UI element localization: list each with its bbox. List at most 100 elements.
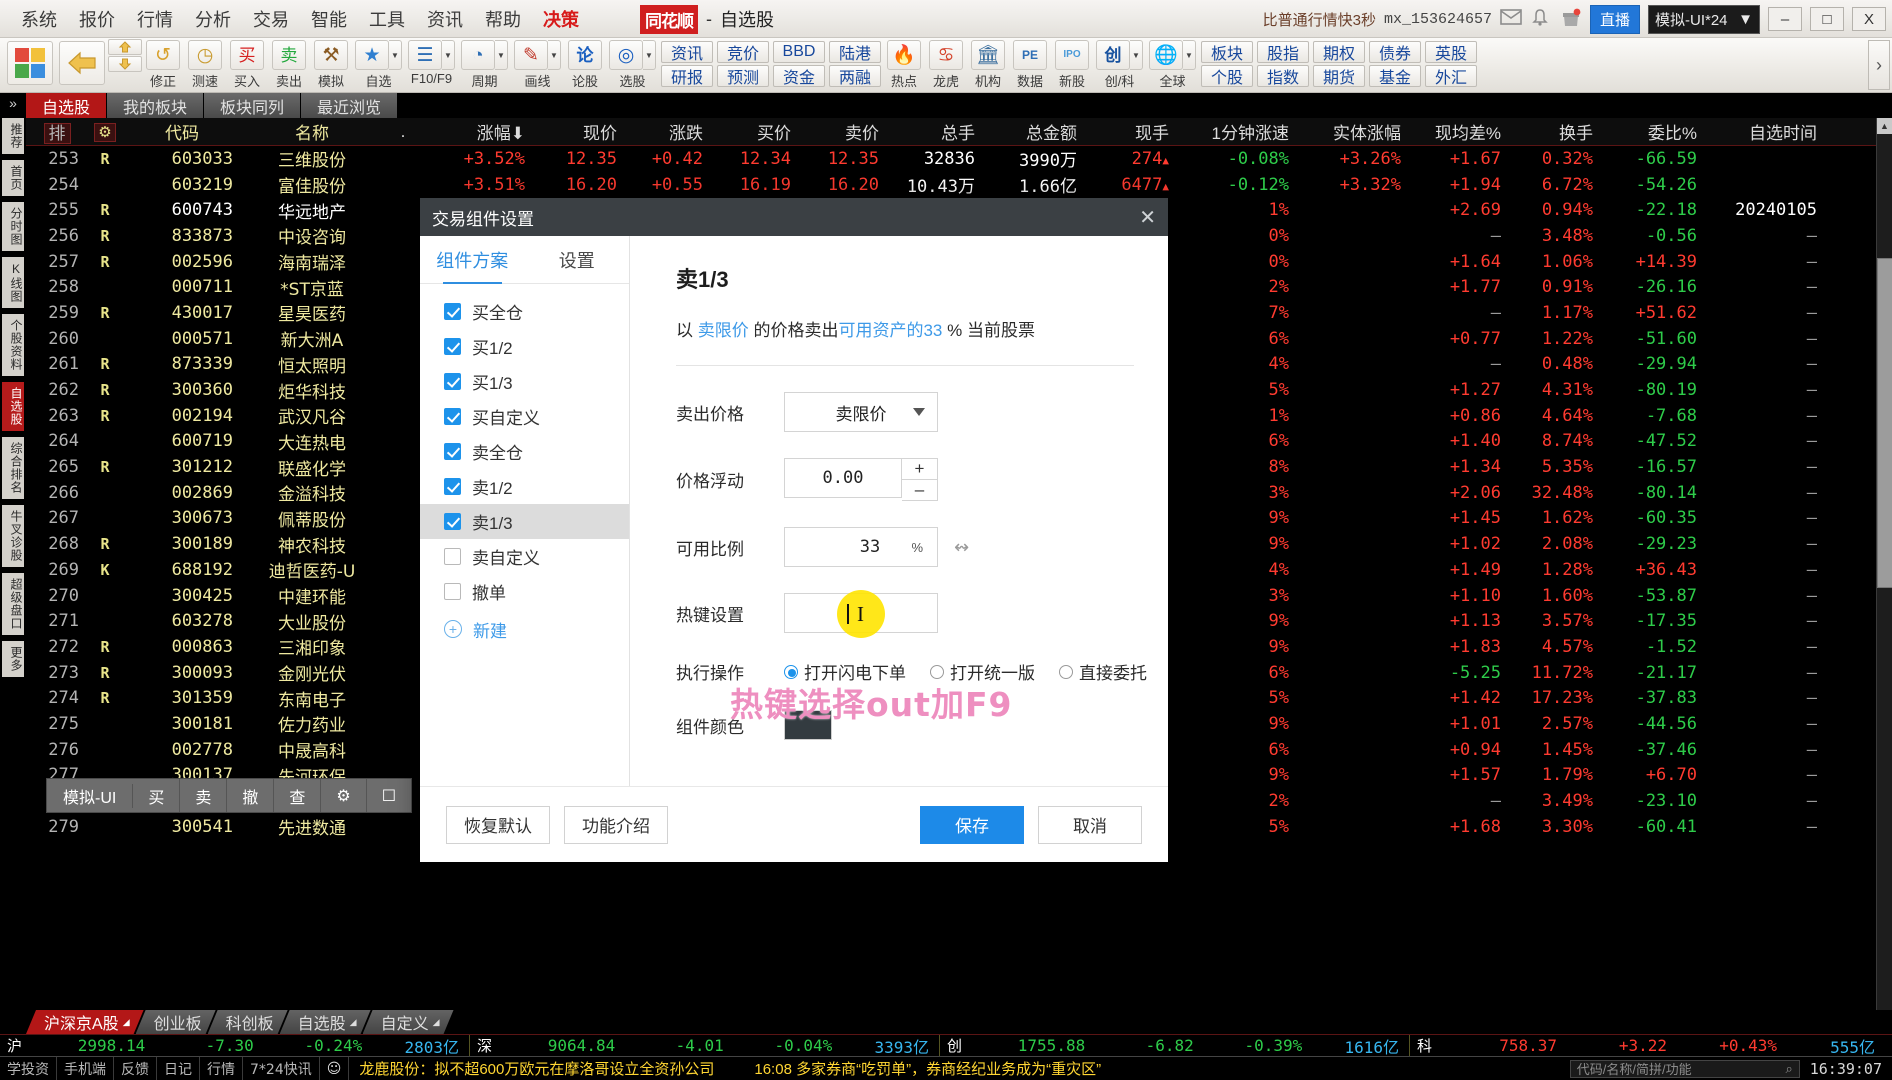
close-window-button[interactable]: X bbox=[1852, 7, 1886, 31]
tab-component-scheme[interactable]: 组件方案 bbox=[420, 236, 525, 284]
btn-ukstocks-bottom[interactable]: 外汇 bbox=[1425, 65, 1477, 87]
status-news-24[interactable]: 7*24快讯 bbox=[243, 1057, 320, 1080]
col-header-current-lot[interactable]: 现手 bbox=[1086, 119, 1178, 144]
tool-chuang[interactable]: 创 ▼ 创/科 bbox=[1093, 38, 1146, 90]
trade-bar-sell[interactable]: 卖 bbox=[180, 779, 228, 812]
window-icon[interactable]: ☐ bbox=[367, 779, 411, 812]
scheme-list-item[interactable]: 买自定义 bbox=[420, 399, 629, 434]
tool-buy[interactable]: 买 买入 bbox=[226, 38, 268, 90]
menu-item-news[interactable]: 资讯 bbox=[416, 3, 474, 35]
chevron-down-icon[interactable]: ▼ bbox=[442, 40, 455, 70]
tool-forum[interactable]: 论 论股 bbox=[564, 38, 606, 90]
account-name[interactable]: mx_153624657 bbox=[1384, 11, 1492, 28]
tool-sell[interactable]: 卖 卖出 bbox=[268, 38, 310, 90]
col-header-body-change[interactable]: 实体涨幅 bbox=[1298, 119, 1410, 144]
tool-ipo[interactable]: IPO 新股 bbox=[1051, 38, 1093, 90]
scheme-list-item[interactable]: 买1/3 bbox=[420, 364, 629, 399]
btn-hk-bottom[interactable]: 两融 bbox=[829, 65, 881, 87]
save-button[interactable]: 保存 bbox=[920, 805, 1024, 844]
btn-sector-bottom[interactable]: 个股 bbox=[1201, 65, 1253, 87]
sector-tab-custom[interactable]: 自定义 ◢ bbox=[363, 1010, 454, 1034]
scheme-list-item[interactable]: 撤单 bbox=[420, 574, 629, 609]
stepper-decrement-button[interactable]: – bbox=[902, 480, 937, 500]
feature-intro-button[interactable]: 功能介绍 bbox=[564, 805, 668, 844]
sector-tab-watchlist[interactable]: 自选股 ◢ bbox=[280, 1010, 371, 1034]
btn-hk-top[interactable]: 陆港 bbox=[829, 41, 881, 63]
scheme-list-item[interactable]: 卖自定义 bbox=[420, 539, 629, 574]
status-feedback[interactable]: 反馈 bbox=[114, 1057, 157, 1080]
checkbox-icon[interactable] bbox=[444, 338, 461, 355]
col-header-amount[interactable]: 总金额 bbox=[984, 119, 1086, 144]
col-header-ask[interactable]: 卖价 bbox=[800, 119, 888, 144]
scroll-up-button[interactable]: ▲ bbox=[1877, 118, 1892, 134]
sidebar-item-timechart[interactable]: 分时图 bbox=[2, 202, 24, 251]
index-kcb[interactable]: 科 758.37 +3.22 +0.43% 555亿 bbox=[1410, 1035, 1892, 1057]
menu-item-system[interactable]: 系统 bbox=[10, 3, 68, 35]
trade-bar-query[interactable]: 查 bbox=[274, 779, 322, 812]
cancel-button[interactable]: 取消 bbox=[1038, 805, 1142, 844]
btn-bbd-top[interactable]: BBD bbox=[773, 41, 825, 63]
price-float-input[interactable]: 0.00 bbox=[784, 458, 902, 498]
btn-bbd-bottom[interactable]: 资金 bbox=[773, 65, 825, 87]
col-header-turnover[interactable]: 换手 bbox=[1510, 119, 1602, 144]
tool-fix[interactable]: ↺ 修正 bbox=[142, 38, 184, 90]
tool-simulate[interactable]: ⚒ 模拟 bbox=[310, 38, 352, 90]
move-down-button[interactable] bbox=[108, 56, 142, 72]
scheme-list-item[interactable]: 卖1/3 bbox=[420, 504, 629, 539]
move-up-button[interactable] bbox=[108, 39, 142, 55]
btn-sector-top[interactable]: 板块 bbox=[1201, 41, 1253, 63]
btn-bonds-top[interactable]: 债券 bbox=[1369, 41, 1421, 63]
desc-link-ratio[interactable]: 可用资产的33 bbox=[838, 321, 942, 340]
col-header-volume[interactable]: 总手 bbox=[888, 119, 984, 144]
checkbox-icon[interactable] bbox=[444, 408, 461, 425]
checkbox-icon[interactable] bbox=[444, 478, 461, 495]
sell-price-select[interactable]: 卖限价 bbox=[784, 392, 938, 432]
btn-ukstocks-top[interactable]: 英股 bbox=[1425, 41, 1477, 63]
sidebar-item-ranking[interactable]: 综合排名 bbox=[2, 437, 24, 499]
scheme-list-item[interactable]: 买1/2 bbox=[420, 329, 629, 364]
status-mobile[interactable]: 手机端 bbox=[57, 1057, 114, 1080]
col-header-added-time[interactable]: 自选时间 bbox=[1706, 119, 1826, 144]
col-header-change-pct[interactable]: 涨幅⬇ bbox=[424, 119, 534, 144]
sidebar-item-watchlist[interactable]: 自选股 bbox=[2, 382, 24, 431]
sector-tab-chinext[interactable]: 创业板 bbox=[136, 1010, 216, 1034]
btn-news-top[interactable]: 资讯 bbox=[661, 41, 713, 63]
tool-institution[interactable]: 🏛 机构 bbox=[967, 38, 1009, 90]
search-input[interactable]: 代码/名称/简拼/功能 ⌕ bbox=[1569, 1059, 1800, 1078]
menu-item-market[interactable]: 行情 bbox=[126, 3, 184, 35]
bell-icon[interactable] bbox=[1530, 8, 1552, 30]
tool-period[interactable]: ◔ ▼ 周期 bbox=[458, 38, 511, 90]
status-learn-invest[interactable]: 学投资 bbox=[0, 1057, 57, 1080]
sidebar-item-recommend[interactable]: 推荐 bbox=[2, 118, 24, 154]
minimize-button[interactable]: – bbox=[1768, 7, 1802, 31]
status-market[interactable]: 行情 bbox=[200, 1057, 243, 1080]
col-header-settings-icon[interactable]: ⚙ bbox=[88, 122, 122, 142]
col-header-price[interactable]: 现价 bbox=[534, 119, 626, 144]
face-icon[interactable]: ☺ bbox=[320, 1057, 350, 1080]
sector-tab-star[interactable]: 科创板 bbox=[208, 1010, 288, 1034]
chevron-down-icon[interactable]: ▼ bbox=[1183, 40, 1196, 70]
close-icon[interactable]: ✕ bbox=[1139, 205, 1156, 230]
gift-icon[interactable] bbox=[1560, 8, 1582, 30]
table-row[interactable]: 253 R 603033 三维股份 +3.52% 12.35 +0.42 12.34 12.35… bbox=[26, 146, 1892, 172]
sidebar-item-kline[interactable]: K线图 bbox=[2, 257, 24, 308]
tool-watchlist[interactable]: ★ ▼ 自选 bbox=[352, 38, 405, 90]
scheme-list-item[interactable]: 卖全仓 bbox=[420, 434, 629, 469]
maximize-button[interactable]: □ bbox=[1810, 7, 1844, 31]
hotkey-input[interactable]: I bbox=[784, 590, 938, 638]
tab-watchlist[interactable]: 自选股 bbox=[26, 93, 108, 118]
col-header-1min-speed[interactable]: 1分钟涨速 bbox=[1178, 119, 1298, 144]
sidebar-item-more[interactable]: 更多 bbox=[2, 641, 24, 677]
col-header-dot[interactable]: . bbox=[382, 122, 424, 142]
status-news-headline-2[interactable]: 16:08 多家券商“吃罚单”，券商经纪业务成为“重灾区” bbox=[714, 1058, 1101, 1079]
col-header-avg-diff[interactable]: 现均差% bbox=[1410, 119, 1510, 144]
btn-options-bottom[interactable]: 期货 bbox=[1313, 65, 1365, 87]
status-news-headline-1[interactable]: 龙鹿股份：拟不超600万欧元在摩洛哥设立全资孙公司 bbox=[349, 1058, 714, 1079]
menu-item-decision[interactable]: 决策 bbox=[532, 3, 590, 35]
search-icon[interactable]: ⌕ bbox=[1785, 1061, 1792, 1077]
tool-f10[interactable]: ☰ ▼ F10/F9 bbox=[405, 38, 458, 86]
restore-defaults-button[interactable]: 恢复默认 bbox=[446, 805, 550, 844]
scrollbar-thumb[interactable] bbox=[1877, 258, 1892, 588]
back-arrow-icon[interactable] bbox=[59, 41, 105, 85]
btn-stockindex-bottom[interactable]: 指数 bbox=[1257, 65, 1309, 87]
